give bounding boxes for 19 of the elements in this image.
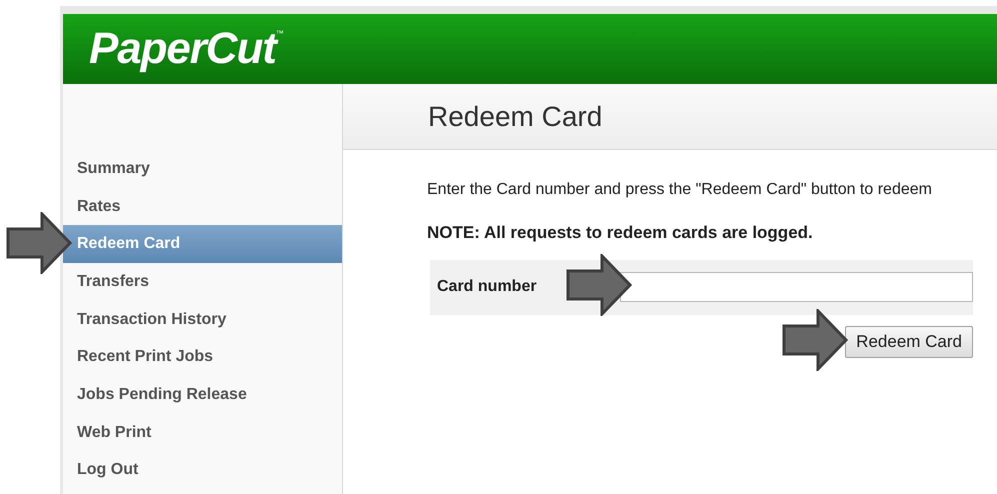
page-title: Redeem Card xyxy=(428,100,602,134)
sidebar-item[interactable]: Rates xyxy=(63,188,342,226)
redeem-card-button[interactable]: Redeem Card xyxy=(845,326,973,358)
instructions: Enter the Card number and press the "Redeem Card" button to redeem xyxy=(427,180,933,200)
sidebar-item[interactable]: Transfers xyxy=(63,263,342,301)
note: NOTE: All requests to redeem cards are logged. xyxy=(427,222,814,244)
sidebar-item[interactable]: Log Out xyxy=(63,452,342,490)
field-label: Card number xyxy=(436,277,538,297)
sidebar-item[interactable]: Recent Print Jobs xyxy=(63,338,342,376)
sidebar-item[interactable]: Web Print xyxy=(63,414,342,452)
sidebar-item[interactable]: Jobs Pending Release xyxy=(63,376,342,414)
arrow-icon xyxy=(6,212,72,274)
arrow-icon xyxy=(782,309,848,371)
arrow-icon xyxy=(566,254,632,316)
sidebar-item[interactable]: Transaction History xyxy=(63,300,342,338)
card-number-field[interactable] xyxy=(620,272,973,302)
trademark: ™ xyxy=(276,28,284,38)
sidebar-item[interactable]: Summary xyxy=(63,150,342,188)
logo: PaperCut xyxy=(89,27,276,71)
